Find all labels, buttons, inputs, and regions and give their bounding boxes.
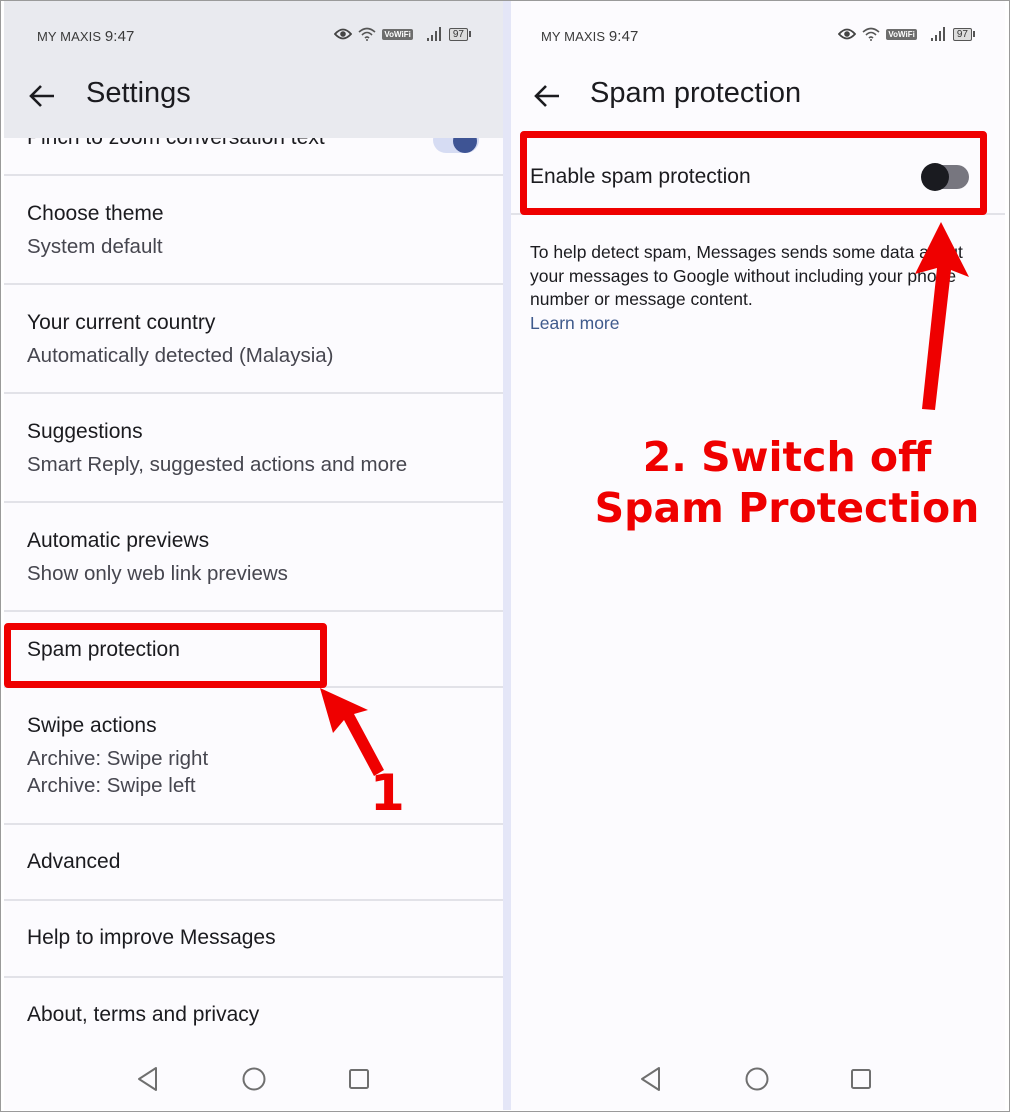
navigation-bar <box>4 1050 503 1110</box>
navigation-bar <box>511 1050 1005 1110</box>
setting-subtitle-2: Archive: Swipe left <box>27 774 196 797</box>
battery-level: 97 <box>448 27 468 41</box>
toggle-knob <box>921 163 949 191</box>
page-title: Settings <box>86 77 191 109</box>
setting-automatic-previews[interactable]: Automatic previews Show only web link pr… <box>4 503 503 612</box>
setting-about[interactable]: About, terms and privacy <box>4 978 503 1054</box>
settings-screen: Pinch to zoom conversation text Choose t… <box>4 1 503 1110</box>
enable-spam-protection-label: Enable spam protection <box>530 165 751 188</box>
setting-title: About, terms and privacy <box>27 1003 260 1026</box>
wifi-icon <box>358 27 376 41</box>
app-bar: Spam protection <box>511 71 1005 121</box>
eye-icon <box>334 28 353 40</box>
setting-title: Automatic previews <box>27 529 210 552</box>
vowifi-badge: VoWiFi <box>382 28 413 40</box>
carrier-label: MY MAXIS <box>37 29 102 44</box>
panel-divider <box>503 1 511 1110</box>
app-bar: Settings <box>4 71 503 121</box>
setting-title: Spam protection <box>27 638 180 661</box>
setting-title: Help to improve Messages <box>27 926 276 949</box>
clock: 9:47 <box>608 28 639 45</box>
top-app-bar: MY MAXIS 9:47 VoWiFi 97 Settings <box>4 1 503 138</box>
setting-spam-protection[interactable]: Spam protection <box>4 612 503 688</box>
signal-icon <box>930 27 945 41</box>
home-nav-icon[interactable] <box>744 1066 770 1092</box>
battery-icon: 97 <box>952 27 975 41</box>
eye-icon <box>838 28 857 40</box>
status-bar: MY MAXIS 9:47 VoWiFi 97 <box>4 1 503 71</box>
recents-nav-icon[interactable] <box>347 1066 371 1092</box>
setting-help-improve[interactable]: Help to improve Messages <box>4 901 503 978</box>
status-carrier-time: MY MAXIS 9:47 <box>37 28 134 45</box>
back-nav-icon[interactable] <box>639 1066 663 1092</box>
setting-subtitle: Show only web link previews <box>27 562 288 585</box>
enable-spam-protection-row[interactable]: Enable spam protection <box>511 141 1005 215</box>
spam-protection-toggle[interactable] <box>921 163 969 191</box>
setting-swipe-actions[interactable]: Swipe actions Archive: Swipe right Archi… <box>4 688 503 825</box>
annotation-step-2-line-1: 2. Switch off <box>642 433 932 481</box>
setting-subtitle: System default <box>27 235 163 258</box>
setting-title: Suggestions <box>27 420 143 443</box>
status-bar: MY MAXIS 9:47 VoWiFi 97 <box>511 1 1005 71</box>
annotation-step-2-line-2: Spam Protection <box>594 484 980 532</box>
recents-nav-icon[interactable] <box>849 1066 873 1092</box>
back-nav-icon[interactable] <box>136 1066 160 1092</box>
setting-title: Advanced <box>27 850 121 873</box>
status-carrier-time: MY MAXIS 9:47 <box>541 28 638 45</box>
battery-level: 97 <box>952 27 972 41</box>
page-title: Spam protection <box>590 77 802 109</box>
setting-current-country[interactable]: Your current country Automatically detec… <box>4 285 503 394</box>
description-text: To help detect spam, Messages sends some… <box>530 242 963 309</box>
setting-subtitle: Archive: Swipe right <box>27 747 209 770</box>
carrier-label: MY MAXIS <box>541 29 606 44</box>
wifi-icon <box>862 27 880 41</box>
setting-suggestions[interactable]: Suggestions Smart Reply, suggested actio… <box>4 394 503 503</box>
settings-list: Pinch to zoom conversation text Choose t… <box>4 106 503 1054</box>
battery-icon: 97 <box>448 27 471 41</box>
arrow-back-icon[interactable] <box>28 83 56 109</box>
annotation-arrow-2 <box>915 222 969 410</box>
setting-subtitle: Automatically detected (Malaysia) <box>27 344 334 367</box>
signal-icon <box>426 27 441 41</box>
status-icons: VoWiFi 97 <box>838 27 975 41</box>
status-icons: VoWiFi 97 <box>334 27 471 41</box>
setting-advanced[interactable]: Advanced <box>4 825 503 901</box>
home-nav-icon[interactable] <box>241 1066 267 1092</box>
setting-subtitle: Smart Reply, suggested actions and more <box>27 453 408 476</box>
setting-title: Choose theme <box>27 202 164 225</box>
battery-tip <box>469 31 471 37</box>
arrow-back-icon[interactable] <box>533 83 561 109</box>
vowifi-badge: VoWiFi <box>886 28 917 40</box>
setting-title: Your current country <box>27 311 216 334</box>
setting-choose-theme[interactable]: Choose theme System default <box>4 176 503 285</box>
annotation-step-1: 1 <box>370 764 405 822</box>
battery-tip <box>973 31 975 37</box>
annotation-step-2: 2. Switch off Spam Protection <box>572 432 1002 534</box>
spam-protection-screen: MY MAXIS 9:47 VoWiFi 97 Spam protection … <box>511 1 1005 1110</box>
clock: 9:47 <box>104 28 135 45</box>
setting-title: Swipe actions <box>27 714 157 737</box>
